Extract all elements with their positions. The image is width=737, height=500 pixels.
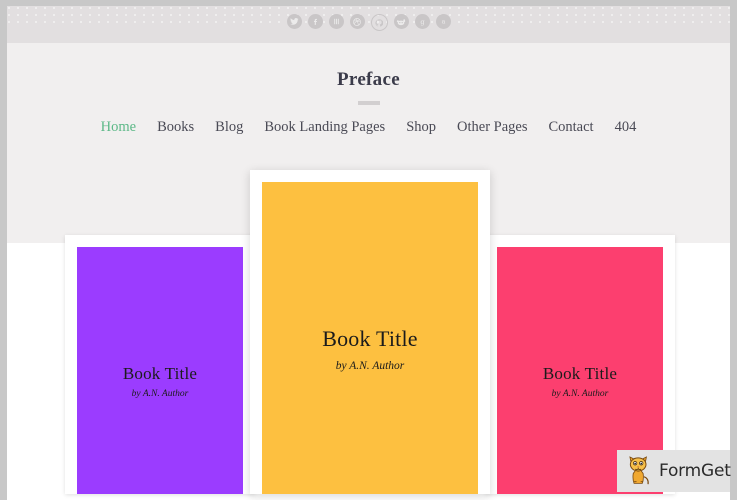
- book-cover-text-right: Book Title by A.N. Author: [497, 364, 663, 399]
- nav-item-blog[interactable]: Blog: [215, 119, 243, 136]
- main-navigation: Home Books Blog Book Landing Pages Shop …: [7, 119, 730, 136]
- window-frame-top: [0, 0, 737, 6]
- formget-watermark-text: FormGet: [659, 461, 731, 481]
- amazon-icon[interactable]: a: [435, 14, 451, 29]
- book-author-left: by A.N. Author: [131, 389, 189, 399]
- nav-item-books[interactable]: Books: [157, 119, 194, 136]
- svg-text:g: g: [420, 18, 425, 26]
- nav-item-other-pages[interactable]: Other Pages: [457, 119, 527, 136]
- window-frame-right: [730, 0, 737, 500]
- title-divider: [357, 101, 380, 105]
- instapaper-icon[interactable]: [328, 14, 344, 29]
- book-author-center: by A.N. Author: [335, 360, 405, 372]
- formget-cat-logo: [629, 456, 649, 485]
- nav-item-book-landing-pages[interactable]: Book Landing Pages: [264, 119, 385, 136]
- book-title-right: Book Title: [542, 363, 618, 383]
- social-icon-list: g a: [7, 14, 730, 31]
- book-cover-text-left: Book Title by A.N. Author: [77, 364, 243, 399]
- book-card-left[interactable]: Book Title by A.N. Author: [65, 235, 255, 494]
- book-title-center: Book Title: [322, 325, 418, 351]
- page-root: g a Preface Home Books Blog Book Landing…: [0, 0, 737, 500]
- book-card-center[interactable]: Book Title by A.N. Author: [250, 170, 490, 494]
- goodreads-icon[interactable]: g: [414, 14, 430, 29]
- facebook-icon[interactable]: [307, 14, 323, 29]
- nav-item-404[interactable]: 404: [615, 119, 637, 136]
- formget-watermark: FormGet: [617, 450, 731, 492]
- svg-text:a: a: [441, 18, 445, 25]
- nav-item-home[interactable]: Home: [101, 119, 136, 136]
- twitter-icon[interactable]: [286, 14, 302, 29]
- dribbble-icon[interactable]: [349, 14, 365, 29]
- nav-item-contact[interactable]: Contact: [548, 119, 593, 136]
- book-title-left: Book Title: [122, 363, 198, 383]
- book-cover-center: Book Title by A.N. Author: [262, 182, 478, 494]
- book-author-right: by A.N. Author: [551, 389, 609, 399]
- book-cover-left: Book Title by A.N. Author: [77, 247, 243, 494]
- nav-item-shop[interactable]: Shop: [406, 119, 436, 136]
- reddit-icon[interactable]: [393, 14, 409, 29]
- book-cover-text-center: Book Title by A.N. Author: [262, 326, 478, 372]
- window-frame-left: [0, 0, 7, 500]
- social-bar: g a: [7, 6, 730, 43]
- github-icon[interactable]: [370, 14, 388, 31]
- page-title: Preface: [337, 69, 400, 90]
